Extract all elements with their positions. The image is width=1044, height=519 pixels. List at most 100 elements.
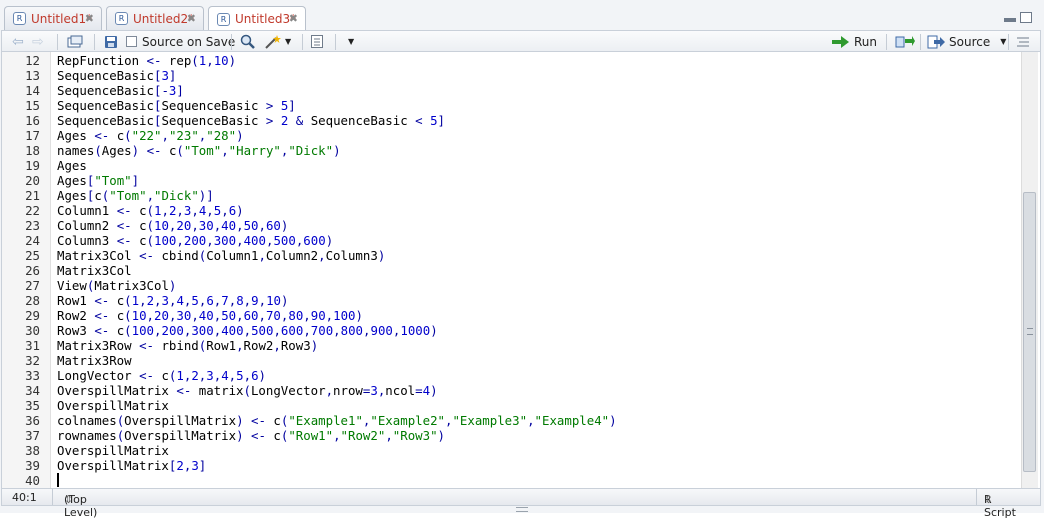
run-button[interactable]: Run [832, 33, 877, 50]
code-text[interactable]: OverspillMatrix [57, 398, 169, 413]
code-line[interactable]: 26 Matrix3Col [2, 263, 1002, 278]
code-line[interactable]: 23 Column2 <- c(10,20,30,40,50,60) [2, 218, 1002, 233]
code-text[interactable]: OverspillMatrix <- matrix(LongVector,nro… [57, 383, 438, 398]
code-line[interactable]: 19 Ages [2, 158, 1002, 173]
pane-resize-grip[interactable] [516, 507, 528, 512]
scrollbar-thumb[interactable] [1023, 192, 1036, 472]
code-text[interactable]: SequenceBasic[SequenceBasic > 2 & Sequen… [57, 113, 445, 128]
tab-bar: R Untitled1* ✖ R Untitled2* ✖ R Untitled… [0, 4, 1044, 31]
compile-report-icon[interactable] [310, 33, 324, 50]
code-line[interactable]: 29 Row2 <- c(10,20,30,40,50,60,70,80,90,1… [2, 308, 1002, 323]
code-tools-wand-icon[interactable]: ▼ [264, 33, 291, 50]
show-in-window-icon[interactable] [67, 33, 83, 50]
code-text[interactable]: Ages [57, 158, 87, 173]
code-text[interactable]: SequenceBasic[-3] [57, 83, 184, 98]
chevron-down-icon[interactable]: ▼ [285, 37, 291, 46]
code-text[interactable]: Ages["Tom"] [57, 173, 139, 188]
line-number: 12 [25, 53, 40, 68]
code-text[interactable]: SequenceBasic[SequenceBasic > 5] [57, 98, 296, 113]
line-number: 36 [25, 413, 40, 428]
code-line[interactable]: 14 SequenceBasic[-3] [2, 83, 1002, 98]
line-number: 15 [25, 98, 40, 113]
save-icon[interactable] [104, 33, 118, 50]
vertical-scrollbar[interactable] [1021, 52, 1038, 488]
source-button[interactable]: Source ▼ [927, 33, 1006, 50]
maximize-icon[interactable] [1020, 12, 1032, 23]
code-text[interactable]: SequenceBasic[3] [57, 68, 176, 83]
code-text[interactable]: Matrix3Row [57, 353, 132, 368]
code-line[interactable]: 27 View(Matrix3Col) [2, 278, 1002, 293]
forward-arrow-icon[interactable]: ⇨ [32, 33, 44, 50]
code-line[interactable]: 39 OverspillMatrix[2,3] [2, 458, 1002, 473]
line-number: 32 [25, 353, 40, 368]
code-line[interactable]: 38 OverspillMatrix [2, 443, 1002, 458]
code-line[interactable]: 40 [2, 473, 1002, 488]
code-line[interactable]: 37 rownames(OverspillMatrix) <- c("Row1",… [2, 428, 1002, 443]
code-line[interactable]: 20 Ages["Tom"] [2, 173, 1002, 188]
code-text[interactable]: Row2 <- c(10,20,30,40,50,60,70,80,90,100… [57, 308, 363, 323]
code-text[interactable]: Column3 <- c(100,200,300,400,500,600) [57, 233, 333, 248]
rerun-icon[interactable] [895, 33, 915, 50]
minimize-icon[interactable] [1004, 18, 1016, 22]
tab-untitled3[interactable]: R Untitled3* ✖ [208, 6, 306, 31]
line-number: 34 [25, 383, 40, 398]
code-text[interactable]: OverspillMatrix[2,3] [57, 458, 206, 473]
line-number: 23 [25, 218, 40, 233]
code-line[interactable]: 31 Matrix3Row <- rbind(Row1,Row2,Row3) [2, 338, 1002, 353]
chevron-down-icon[interactable]: ▼ [348, 33, 354, 50]
code-text[interactable]: rownames(OverspillMatrix) <- c("Row1","R… [57, 428, 445, 443]
code-text[interactable]: Ages[c("Tom","Dick")] [57, 188, 214, 203]
code-line[interactable]: 17 Ages <- c("22","23","28") [2, 128, 1002, 143]
code-line[interactable]: 15 SequenceBasic[SequenceBasic > 5] [2, 98, 1002, 113]
code-line[interactable]: 18 names(Ages) <- c("Tom","Harry","Dick") [2, 143, 1002, 158]
code-text[interactable]: Ages <- c("22","23","28") [57, 128, 244, 143]
tab-untitled1[interactable]: R Untitled1* ✖ [4, 6, 102, 30]
code-line[interactable]: 22 Column1 <- c(1,2,3,4,5,6) [2, 203, 1002, 218]
code-text[interactable]: Column1 <- c(1,2,3,4,5,6) [57, 203, 244, 218]
code-text[interactable]: Matrix3Row <- rbind(Row1,Row2,Row3) [57, 338, 318, 353]
checkbox-box[interactable] [126, 36, 137, 47]
line-number: 13 [25, 68, 40, 83]
code-line[interactable]: 25 Matrix3Col <- cbind(Column1,Column2,Co… [2, 248, 1002, 263]
code-text[interactable]: names(Ages) <- c("Tom","Harry","Dick") [57, 143, 341, 158]
code-text[interactable]: LongVector <- c(1,2,3,4,5,6) [57, 368, 266, 383]
code-line[interactable]: 33 LongVector <- c(1,2,3,4,5,6) [2, 368, 1002, 383]
chevron-down-icon[interactable]: ▼ [1000, 37, 1006, 46]
toolbar-divider [335, 34, 336, 50]
code-text[interactable]: Row1 <- c(1,2,3,4,5,6,7,8,9,10) [57, 293, 288, 308]
editor-toolbar: ⇦ ⇨ Source on Save ▼ ▼ Run Source ▼ [1, 30, 1041, 52]
code-line[interactable]: 36 colnames(OverspillMatrix) <- c("Exampl… [2, 413, 1002, 428]
line-number: 18 [25, 143, 40, 158]
code-text[interactable]: Column2 <- c(10,20,30,40,50,60) [57, 218, 288, 233]
source-on-save-checkbox[interactable]: Source on Save [126, 33, 235, 50]
text-cursor [57, 473, 59, 487]
code-text[interactable]: colnames(OverspillMatrix) <- c("Example1… [57, 413, 617, 428]
back-arrow-icon[interactable]: ⇦ [12, 33, 24, 50]
code-text[interactable]: Row3 <- c(100,200,300,400,500,600,700,80… [57, 323, 438, 338]
code-text[interactable]: Matrix3Col [57, 263, 132, 278]
close-icon[interactable]: ✖ [187, 12, 196, 25]
code-line[interactable]: 32 Matrix3Row [2, 353, 1002, 368]
close-icon[interactable]: ✖ [289, 12, 298, 25]
line-number: 17 [25, 128, 40, 143]
search-icon[interactable] [240, 33, 255, 50]
code-text[interactable]: Matrix3Col <- cbind(Column1,Column2,Colu… [57, 248, 385, 263]
code-line[interactable]: 21 Ages[c("Tom","Dick")] [2, 188, 1002, 203]
code-line[interactable]: 12 RepFunction <- rep(1,10) [2, 53, 1002, 68]
tab-untitled2[interactable]: R Untitled2* ✖ [106, 6, 204, 30]
code-text[interactable]: RepFunction <- rep(1,10) [57, 53, 236, 68]
code-line[interactable]: 28 Row1 <- c(1,2,3,4,5,6,7,8,9,10) [2, 293, 1002, 308]
code-line[interactable]: 13 SequenceBasic[3] [2, 68, 1002, 83]
close-icon[interactable]: ✖ [85, 12, 94, 25]
code-line[interactable]: 16 SequenceBasic[SequenceBasic > 2 & Sequ… [2, 113, 1002, 128]
code-line[interactable]: 34 OverspillMatrix <- matrix(LongVector,n… [2, 383, 1002, 398]
code-line[interactable]: 30 Row3 <- c(100,200,300,400,500,600,700,… [2, 323, 1002, 338]
run-label: Run [854, 34, 878, 49]
r-file-icon: R [115, 12, 128, 25]
code-editor[interactable]: 12 RepFunction <- rep(1,10) 13 SequenceBasi… [1, 52, 1041, 488]
code-line[interactable]: 35 OverspillMatrix [2, 398, 1002, 413]
document-outline-icon[interactable] [1016, 33, 1030, 50]
code-line[interactable]: 24 Column3 <- c(100,200,300,400,500,600) [2, 233, 1002, 248]
code-text[interactable]: View(Matrix3Col) [57, 278, 176, 293]
code-text[interactable]: OverspillMatrix [57, 443, 169, 458]
